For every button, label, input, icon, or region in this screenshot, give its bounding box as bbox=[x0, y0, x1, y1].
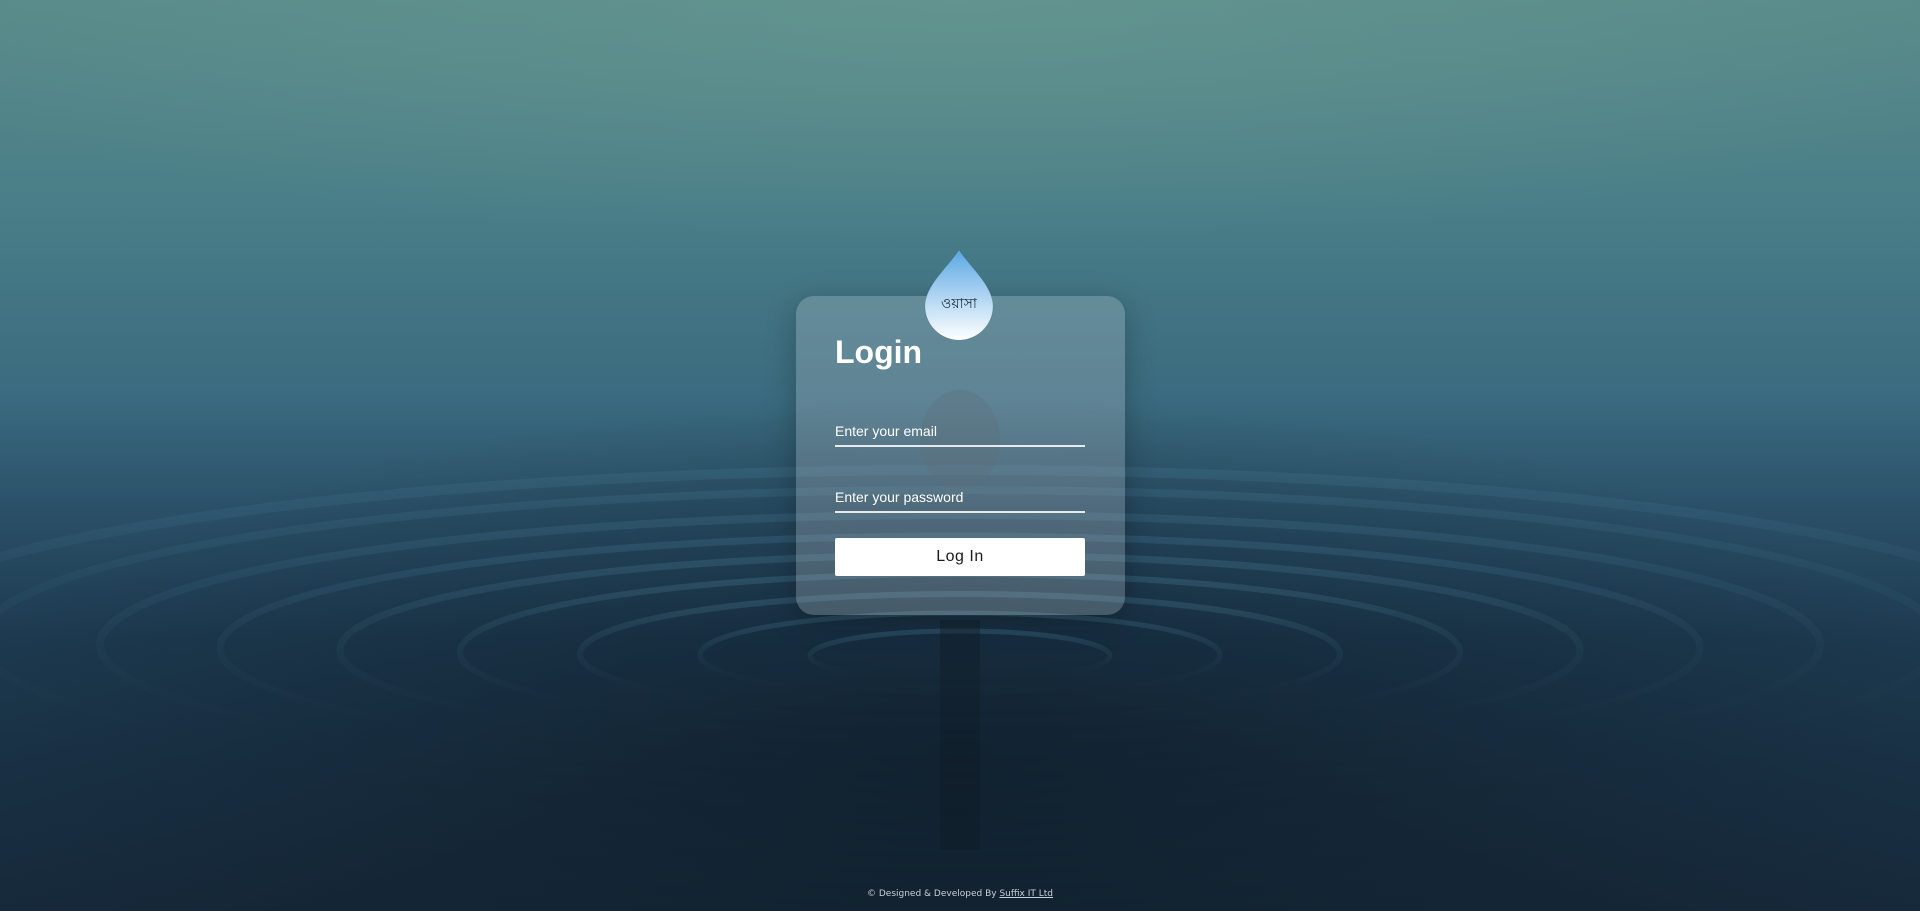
footer-text: © Designed & Developed By bbox=[866, 889, 1000, 899]
password-input[interactable] bbox=[835, 483, 1085, 513]
login-title: Login bbox=[835, 334, 923, 370]
footer-credit: © Designed & Developed By Suffix IT Ltd bbox=[0, 889, 1920, 899]
logo-text: ওয়াসা bbox=[941, 296, 977, 312]
email-input[interactable] bbox=[835, 417, 1085, 447]
footer-company-link[interactable]: Suffix IT Ltd bbox=[999, 889, 1053, 899]
login-button[interactable]: Log In bbox=[835, 538, 1085, 576]
